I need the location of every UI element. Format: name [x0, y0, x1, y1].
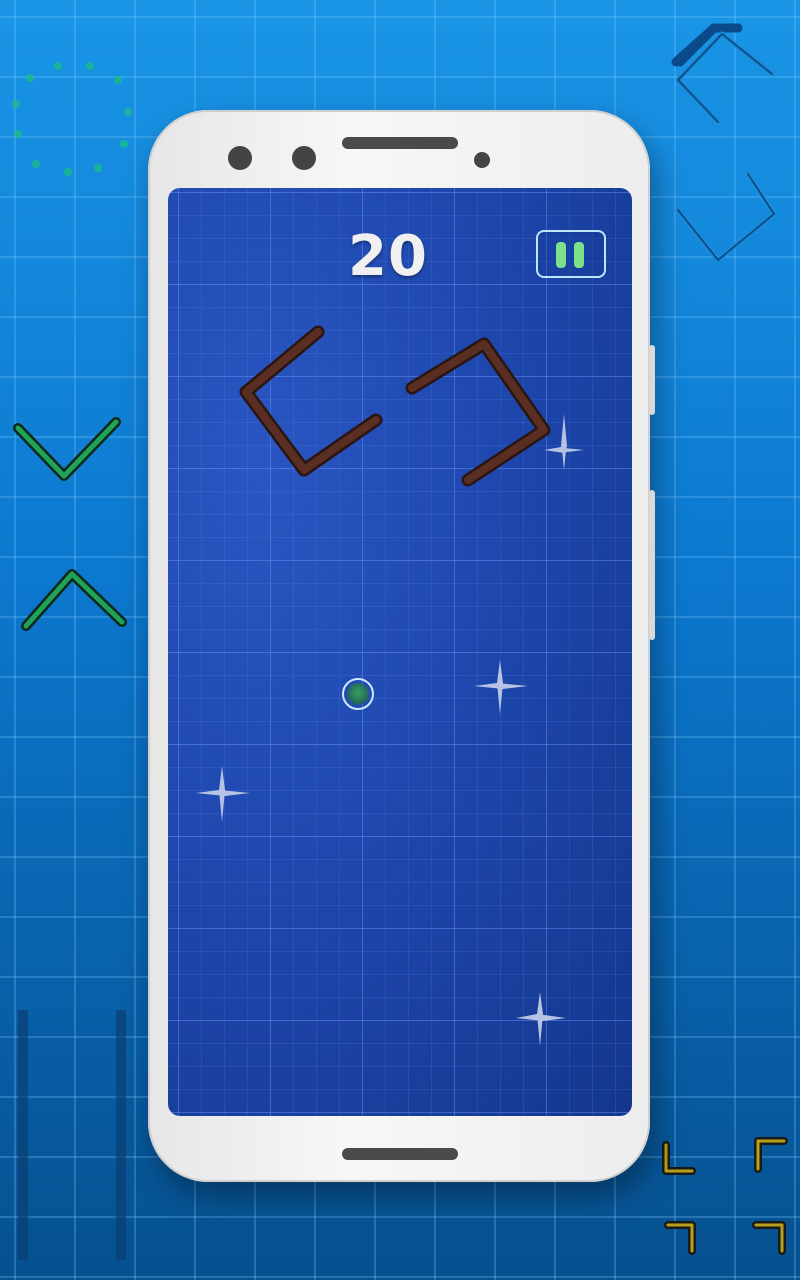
obstacle-right: [405, 337, 551, 487]
star-icon: [544, 414, 584, 470]
bottom-speaker: [342, 1148, 458, 1160]
pause-icon: [574, 242, 584, 268]
sensor-icon: [474, 152, 490, 168]
decor-dot-ring: [12, 62, 132, 176]
pause-button[interactable]: [536, 230, 606, 278]
decor-chevrons-left: [13, 417, 127, 631]
front-camera-icon: [228, 146, 252, 170]
phone-frame: 20: [148, 110, 655, 1182]
star-icon: [516, 992, 566, 1046]
player-ball: [342, 678, 374, 710]
decor-brackets-top-right: [671, 23, 777, 263]
phone-side-button: [649, 490, 655, 640]
front-camera-icon: [292, 146, 316, 170]
earpiece-speaker: [342, 137, 458, 149]
decor-corners-bottom-right: [662, 1137, 788, 1255]
game-field: [196, 325, 584, 1046]
pause-icon: [556, 242, 566, 268]
decor-bars-bottom-left: [18, 1010, 126, 1260]
star-icon: [474, 660, 528, 714]
game-screen[interactable]: 20: [168, 188, 632, 1116]
score-label: 20: [348, 224, 428, 289]
star-icon: [196, 766, 250, 822]
phone-side-button: [649, 345, 655, 415]
obstacle-left: [239, 325, 383, 477]
